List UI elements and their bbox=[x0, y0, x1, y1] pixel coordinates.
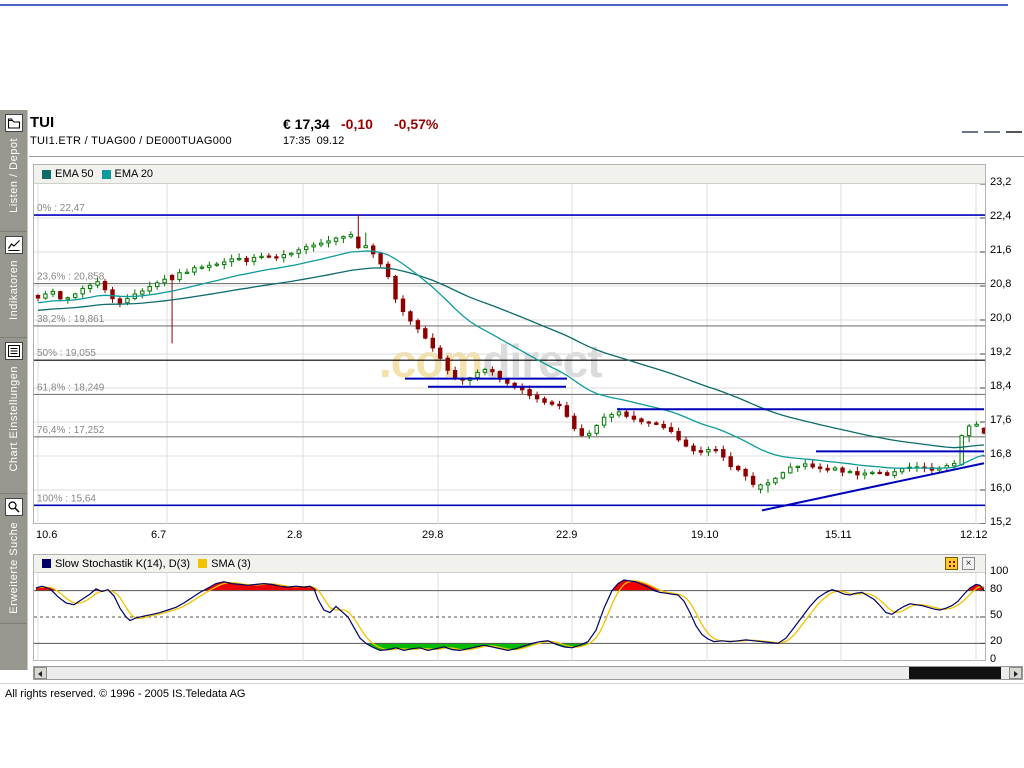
price-axis-label: 23,2 bbox=[990, 176, 1024, 188]
right-arrow-icon bbox=[1014, 671, 1018, 677]
svg-text:38,2% : 19,861: 38,2% : 19,861 bbox=[37, 314, 105, 325]
svg-text:76,4% : 17,252: 76,4% : 17,252 bbox=[37, 425, 105, 436]
legend-swatch bbox=[102, 170, 111, 179]
price-axis-label: 17,6 bbox=[990, 414, 1024, 426]
stochastic-canvas[interactable] bbox=[34, 573, 985, 661]
header-divider bbox=[29, 156, 1024, 157]
quote-timestamp: 17:35 09.12 bbox=[283, 135, 344, 147]
sidebar-tab-erweiterte-suche[interactable]: Erweiterte Suche bbox=[0, 494, 27, 624]
footer-divider bbox=[0, 683, 1024, 684]
price-axis-label: 16,8 bbox=[990, 448, 1024, 460]
window-control-dash-3 bbox=[1006, 131, 1022, 133]
scroll-left-button[interactable] bbox=[34, 667, 47, 679]
window-control-dash-1 bbox=[962, 131, 978, 133]
svg-text:0% : 22,47: 0% : 22,47 bbox=[37, 203, 85, 214]
legend-swatch bbox=[198, 559, 207, 568]
sidebar-tab-label: Erweiterte Suche bbox=[8, 522, 20, 614]
price-axis-label: 21,6 bbox=[990, 244, 1024, 256]
indicator-close-button[interactable]: × bbox=[962, 557, 975, 570]
window-control-dash-2 bbox=[984, 131, 1000, 133]
price-change-percent: -0,57% bbox=[394, 116, 438, 132]
stochastic-panel: × Slow Stochastik K(14), D(3) SMA (3) bbox=[33, 554, 986, 661]
price-axis-label: 22,4 bbox=[990, 210, 1024, 222]
date-axis-label: 22.9 bbox=[556, 529, 577, 541]
legend-label: EMA 20 bbox=[115, 168, 154, 180]
folder-icon bbox=[5, 114, 23, 132]
legend-swatch bbox=[42, 170, 51, 179]
date-axis-label: 12.12 bbox=[960, 529, 988, 541]
last-price: € 17,34 bbox=[283, 116, 330, 132]
chart-icon bbox=[5, 236, 23, 254]
sidebar-tab-label: Listen / Depot bbox=[8, 138, 20, 213]
price-axis-label: 15,2 bbox=[990, 516, 1024, 528]
price-axis-label: 18,4 bbox=[990, 380, 1024, 392]
legend-swatch bbox=[42, 559, 51, 568]
sidebar-tab-label: Indikatoren bbox=[8, 260, 20, 320]
horizontal-scrollbar[interactable] bbox=[33, 666, 1023, 680]
quote-date: 09.12 bbox=[317, 135, 345, 147]
legend-label: Slow Stochastik K(14), D(3) bbox=[55, 558, 190, 570]
price-axis-label: 20,8 bbox=[990, 278, 1024, 290]
stochastic-legend: × Slow Stochastik K(14), D(3) SMA (3) bbox=[34, 555, 985, 573]
copyright-text: All rights reserved. © 1996 - 2005 IS.Te… bbox=[5, 688, 245, 700]
price-axis-label: 20,0 bbox=[990, 312, 1024, 324]
sidebar-tab-chart-einstellungen[interactable]: Chart Einstellungen bbox=[0, 338, 27, 494]
sidebar: Listen / Depot Indikatoren Chart Einstellu… bbox=[0, 110, 28, 670]
instrument-symbol: TUI bbox=[30, 114, 54, 131]
date-axis-label: 2.8 bbox=[287, 529, 302, 541]
sidebar-tab-indikatoren[interactable]: Indikatoren bbox=[0, 232, 27, 338]
instrument-identifiers: TUI1.ETR / TUAG00 / DE000TUAG000 bbox=[30, 135, 232, 147]
svg-text:61,8% : 18,249: 61,8% : 18,249 bbox=[37, 382, 105, 393]
legend-label: SMA (3) bbox=[211, 558, 251, 570]
left-arrow-icon bbox=[38, 671, 42, 677]
indicator-settings-button[interactable] bbox=[945, 557, 958, 570]
properties-icon bbox=[5, 342, 23, 360]
price-change-absolute: -0,10 bbox=[341, 116, 373, 132]
date-axis-label: 19.10 bbox=[691, 529, 719, 541]
sidebar-tab-listen-depot[interactable]: Listen / Depot bbox=[0, 110, 27, 232]
scroll-right-button[interactable] bbox=[1009, 667, 1022, 679]
scrollbar-thumb[interactable] bbox=[909, 667, 1001, 679]
stochastic-axis-label: 0 bbox=[990, 653, 1024, 665]
price-chart-panel: EMA 50EMA 20 .comdirect 0% : 22,4723,6% … bbox=[33, 164, 986, 524]
date-axis-label: 15.11 bbox=[825, 529, 852, 541]
price-chart-legend: EMA 50 EMA 20 bbox=[34, 165, 985, 184]
search-icon bbox=[5, 498, 23, 516]
application-window: Listen / Depot Indikatoren Chart Einstellu… bbox=[0, 0, 1024, 768]
stochastic-axis-label: 50 bbox=[990, 609, 1024, 621]
date-axis-label: 6.7 bbox=[151, 529, 166, 541]
quote-time: 17:35 bbox=[283, 135, 311, 147]
price-axis-label: 19,2 bbox=[990, 346, 1024, 358]
stochastic-axis-label: 20 bbox=[990, 635, 1024, 647]
date-axis-label: 10.6 bbox=[36, 529, 57, 541]
stochastic-axis-label: 100 bbox=[990, 565, 1024, 577]
svg-text:50% : 19,055: 50% : 19,055 bbox=[37, 348, 96, 359]
price-axis-label: 16,0 bbox=[990, 482, 1024, 494]
sidebar-tab-label: Chart Einstellungen bbox=[8, 366, 20, 472]
date-axis-label: 29.8 bbox=[422, 529, 443, 541]
top-accent-line bbox=[0, 4, 1008, 6]
svg-text:100% : 15,64: 100% : 15,64 bbox=[37, 493, 96, 504]
stochastic-axis-label: 80 bbox=[990, 583, 1024, 595]
svg-text:23,6% : 20,858: 23,6% : 20,858 bbox=[37, 272, 105, 283]
legend-label: EMA 50 bbox=[55, 168, 94, 180]
